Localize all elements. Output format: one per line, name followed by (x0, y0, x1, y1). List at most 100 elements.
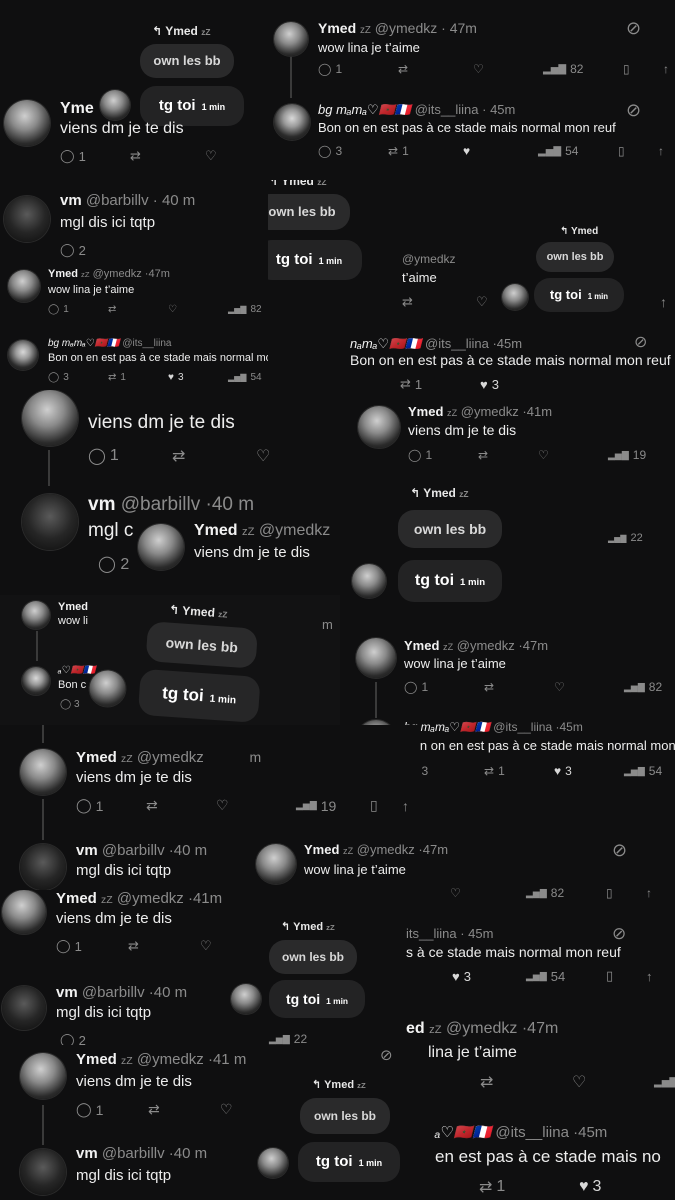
like-icon[interactable]: ♡ (538, 448, 549, 462)
mute-icon[interactable]: ⊘ (612, 924, 626, 944)
bookmark-icon[interactable]: ▯ (618, 144, 625, 158)
reply-icon[interactable]: ◯ (48, 372, 59, 383)
author-name[interactable]: Ymed (76, 749, 117, 766)
views-icon[interactable]: ▂▅▇ (624, 682, 645, 693)
author-handle[interactable]: @its__liina (425, 336, 489, 351)
views-icon[interactable]: ▂▅▇ (228, 305, 246, 314)
avatar[interactable] (8, 270, 40, 302)
avatar[interactable] (88, 669, 127, 708)
author-handle[interactable]: @ymedkz (137, 749, 204, 766)
author-handle[interactable]: @its__liina (415, 102, 479, 117)
author-name[interactable]: nₐmₐ♡🇲🇦🇫🇷 (350, 336, 421, 351)
retweet-icon[interactable]: ⇄ (128, 938, 139, 954)
reply-bubble-quoted[interactable]: own les bb (536, 242, 614, 272)
avatar[interactable] (20, 1053, 66, 1099)
views-icon[interactable]: ▂▅▇ (526, 971, 547, 982)
author-handle[interactable]: @ymedkz (446, 1020, 517, 1037)
share-icon[interactable]: ↑ (660, 294, 667, 310)
retweet-icon[interactable]: ⇄ (130, 148, 141, 164)
author-name[interactable]: Ymed (408, 404, 443, 419)
like-icon[interactable]: ♡ (450, 886, 461, 900)
like-icon[interactable]: ♡ (200, 938, 212, 954)
author-name[interactable]: Ymed (404, 638, 439, 653)
mute-icon[interactable]: ⊘ (612, 840, 627, 861)
reply-icon[interactable]: ◯ (404, 680, 417, 694)
author-handle[interactable]: @ymedkz (259, 522, 330, 539)
reply-bubble[interactable]: tg toi 1 min (298, 1142, 400, 1182)
mute-icon[interactable]: ⊘ (626, 18, 641, 39)
retweet-icon[interactable]: ⇄ (398, 62, 408, 76)
avatar[interactable] (274, 104, 310, 140)
avatar[interactable] (20, 844, 66, 890)
author-name[interactable]: ed (406, 1020, 425, 1037)
avatar[interactable] (22, 390, 78, 446)
retweet-icon[interactable]: ⇄ (400, 376, 411, 390)
author-handle[interactable]: @its__liina (122, 338, 171, 349)
author-handle[interactable]: @ymedkz (117, 890, 184, 907)
author-name[interactable]: Ymed (58, 601, 88, 613)
views-icon[interactable]: ▂▅▇ (526, 888, 547, 899)
avatar[interactable] (358, 406, 400, 448)
author-name[interactable]: vm (56, 984, 78, 1001)
author-name[interactable]: Yme (60, 100, 94, 118)
reply-icon[interactable]: ◯ (60, 699, 71, 710)
author-handle[interactable]: @barbillv (86, 192, 149, 209)
author-name[interactable]: Ymed (56, 890, 97, 907)
avatar[interactable] (22, 494, 78, 550)
author-handle[interactable]: @ymedkz (461, 404, 519, 419)
views-icon[interactable]: ▂▅▇ (538, 146, 561, 157)
author-handle[interactable]: @ymedkz (402, 252, 456, 266)
reply-bubble[interactable]: tg toi 1 min (268, 240, 362, 280)
reply-icon[interactable]: ◯ (48, 304, 59, 315)
reply-bubble-quoted[interactable]: own les bb (140, 44, 234, 78)
avatar[interactable] (352, 564, 386, 598)
avatar[interactable] (258, 1148, 288, 1178)
reply-icon[interactable]: ◯ (318, 144, 331, 158)
bookmark-icon[interactable]: ▯ (623, 62, 630, 76)
author-handle[interactable]: @ymedkz (375, 20, 437, 36)
share-icon[interactable]: ↑ (402, 798, 409, 814)
reply-icon[interactable]: ◯ (408, 448, 421, 462)
reply-bubble[interactable]: tg toi 1 min (137, 668, 261, 723)
author-name[interactable]: vm (76, 1145, 98, 1162)
author-name[interactable]: ₐ♡🇲🇦🇫🇷 (435, 1124, 491, 1141)
author-name[interactable]: bɡ mₐmₐ♡🇲🇦🇫🇷 (48, 338, 120, 349)
author-handle[interactable]: @ymedkz (93, 268, 142, 280)
reply-icon[interactable]: ◯ (88, 446, 106, 466)
avatar[interactable] (2, 986, 46, 1030)
avatar[interactable] (2, 890, 46, 934)
reply-icon[interactable]: ◯ (98, 556, 116, 573)
author-name[interactable]: Ymed (318, 20, 356, 36)
retweet-icon[interactable]: ⇄ (484, 764, 494, 778)
avatar[interactable] (22, 667, 50, 695)
share-icon[interactable]: ↑ (658, 144, 664, 158)
views-icon[interactable]: ▂▅▇ (624, 766, 645, 777)
like-icon[interactable]: ♡ (572, 1072, 586, 1092)
reply-bubble-quoted[interactable]: own les bb (269, 940, 357, 974)
retweet-icon[interactable]: ⇄ (480, 1072, 493, 1092)
like-filled-icon[interactable]: ♥ (554, 764, 561, 778)
mute-icon[interactable]: ⊘ (626, 100, 641, 121)
share-icon[interactable]: ↑ (646, 969, 653, 984)
reply-bubble-quoted[interactable]: own les bb (145, 621, 259, 669)
like-icon[interactable]: ♡ (476, 294, 488, 310)
retweet-icon[interactable]: ⇄ (108, 372, 116, 383)
reply-icon[interactable]: ◯ (56, 938, 71, 954)
views-icon[interactable]: ▂▅▇ (608, 534, 626, 543)
avatar[interactable] (20, 1149, 66, 1195)
views-icon[interactable]: ▂▅▇ (228, 373, 246, 382)
reply-bubble[interactable]: tg toi 1 min (269, 980, 365, 1018)
like-filled-icon[interactable]: ♥ (579, 1178, 589, 1196)
retweet-icon[interactable]: ⇄ (402, 294, 413, 310)
share-icon[interactable]: ↑ (646, 886, 652, 900)
views-icon[interactable]: ▂▅▇ (269, 1034, 290, 1045)
author-handle[interactable]: @barbillv (102, 842, 165, 859)
like-filled-icon[interactable]: ♥ (452, 969, 460, 984)
author-name[interactable]: Ymed (76, 1051, 117, 1068)
bookmark-icon[interactable]: ▯ (370, 797, 378, 814)
like-icon[interactable]: ♡ (256, 446, 270, 466)
avatar[interactable] (256, 844, 296, 884)
author-name[interactable]: Ymed (194, 522, 238, 539)
author-name[interactable]: bɡ mₐmₐ♡🇲🇦🇫🇷 (318, 102, 411, 117)
retweet-icon[interactable]: ⇄ (148, 1101, 160, 1118)
